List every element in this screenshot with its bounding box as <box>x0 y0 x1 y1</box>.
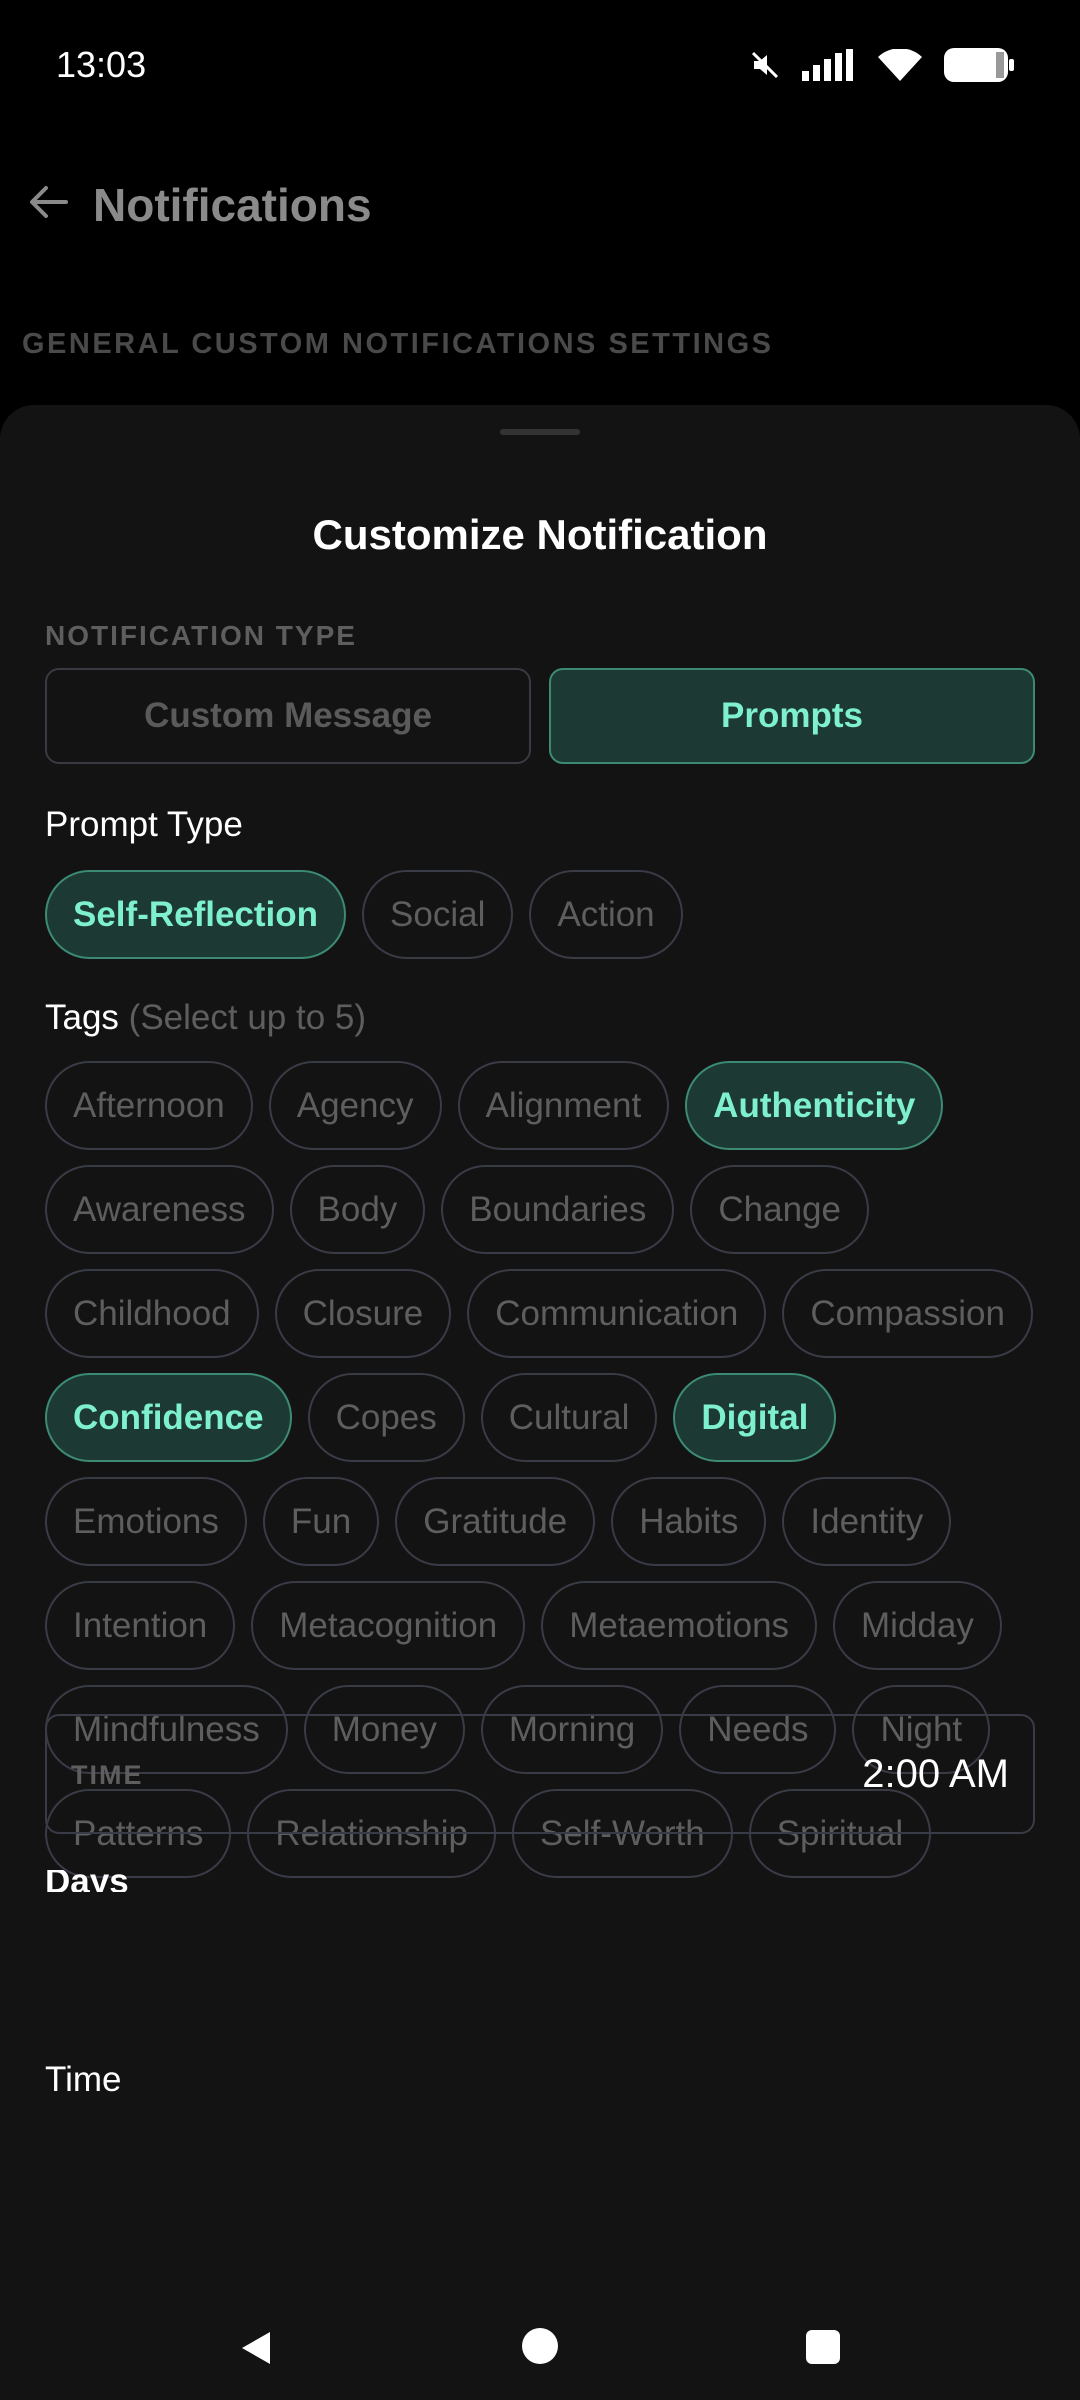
tag-chip[interactable]: Communication <box>467 1269 767 1358</box>
prompt-type-chip[interactable]: Action <box>529 870 683 959</box>
tags-label: Tags <box>45 998 119 1037</box>
tag-chip[interactable]: Fun <box>262 1477 380 1566</box>
tag-chip[interactable]: Cultural <box>480 1373 658 1462</box>
tag-chip[interactable]: Metaemotions <box>541 1581 818 1670</box>
prompt-type-label: Prompt Type <box>45 805 243 844</box>
signal-icon <box>802 49 856 86</box>
notification-type-label: NOTIFICATION TYPE <box>45 620 357 651</box>
prompt-type-chips: Self-Reflection Social Action <box>45 870 1045 959</box>
custom-message-button[interactable]: Custom Message <box>45 668 531 764</box>
nav-recents-icon[interactable] <box>806 2330 840 2364</box>
time-field[interactable]: TIME 2:00 AM <box>45 1714 1035 1834</box>
tag-chip[interactable]: Agency <box>268 1061 442 1150</box>
back-arrow-icon[interactable] <box>26 180 70 229</box>
status-icons <box>750 48 1014 87</box>
status-bar: 13:03 <box>0 0 1080 130</box>
tag-chip[interactable]: Closure <box>274 1269 452 1358</box>
tag-chip[interactable]: Habits <box>611 1477 767 1566</box>
wifi-icon <box>878 48 922 86</box>
tag-chip[interactable]: Boundaries <box>441 1165 675 1254</box>
tag-chip[interactable]: Digital <box>673 1373 837 1462</box>
tag-chip[interactable]: Metacognition <box>251 1581 526 1670</box>
time-field-label: TIME <box>71 1760 144 1790</box>
prompts-button[interactable]: Prompts <box>549 668 1035 764</box>
nav-back-icon[interactable] <box>238 2330 274 2371</box>
status-time: 13:03 <box>56 44 147 85</box>
prompt-type-chip[interactable]: Self-Reflection <box>45 870 347 959</box>
time-label: Time <box>45 2060 122 2099</box>
tag-chip[interactable]: Authenticity <box>685 1061 944 1150</box>
sheet-drag-handle[interactable] <box>500 429 580 435</box>
tag-chip[interactable]: Identity <box>782 1477 952 1566</box>
tag-chip[interactable]: Afternoon <box>45 1061 253 1150</box>
nav-home-icon[interactable] <box>522 2328 558 2364</box>
tag-chip[interactable]: Alignment <box>457 1061 670 1150</box>
battery-icon <box>944 48 1014 87</box>
mute-icon <box>750 50 780 85</box>
section-header: GENERAL CUSTOM NOTIFICATIONS SETTINGS <box>22 328 774 360</box>
sheet-title: Customize Notification <box>312 511 768 558</box>
tag-chip[interactable]: Gratitude <box>395 1477 596 1566</box>
tag-chip[interactable]: Emotions <box>45 1477 247 1566</box>
page-title: Notifications <box>93 179 372 231</box>
tag-chip[interactable]: Childhood <box>45 1269 259 1358</box>
tag-chip[interactable]: Copes <box>307 1373 465 1462</box>
days-label: Days <box>45 1870 129 1892</box>
system-nav-bar <box>0 2290 1080 2400</box>
tag-chip[interactable]: Confidence <box>45 1373 292 1462</box>
time-field-value: 2:00 AM <box>862 1752 1009 1796</box>
tags-hint: (Select up to 5) <box>128 998 367 1037</box>
prompt-type-chip[interactable]: Social <box>362 870 514 959</box>
tag-chip[interactable]: Compassion <box>782 1269 1033 1358</box>
customize-notification-sheet: Customize Notification NOTIFICATION TYPE… <box>0 405 1080 2400</box>
tag-chip[interactable]: Midday <box>833 1581 1002 1670</box>
tag-chip[interactable]: Body <box>289 1165 426 1254</box>
tag-chip[interactable]: Intention <box>45 1581 236 1670</box>
tag-chip[interactable]: Change <box>690 1165 869 1254</box>
app-header: Notifications <box>0 150 1080 260</box>
tag-chip[interactable]: Awareness <box>45 1165 274 1254</box>
tags-label-row: Tags (Select up to 5) <box>45 998 366 1038</box>
